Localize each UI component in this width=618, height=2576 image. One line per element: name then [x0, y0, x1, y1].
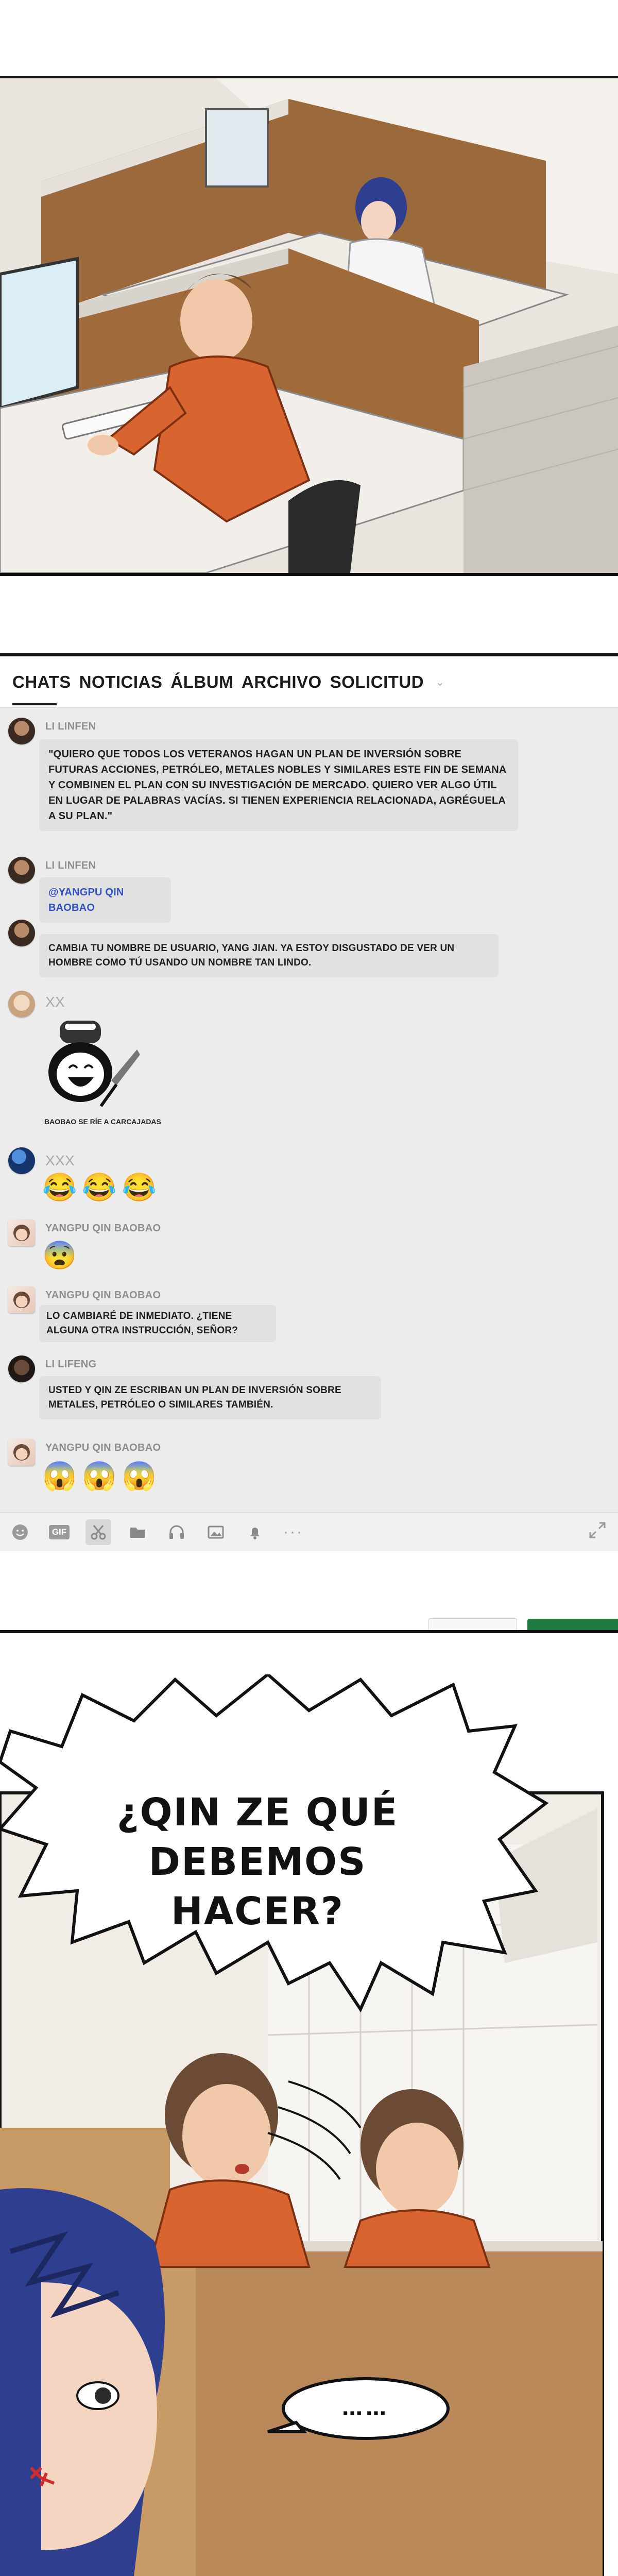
toolbar-right: [587, 1520, 608, 1540]
reply-bubble-text: ……: [342, 2397, 389, 2420]
chevron-down-icon[interactable]: ⌄: [435, 675, 444, 689]
screaming-emoji: 😱: [122, 1461, 157, 1492]
message-bubble[interactable]: CAMBIA TU NOMBRE DE USUARIO, YANG JIAN. …: [39, 934, 499, 977]
sender-name: YANGPU QIN BAOBAO: [45, 1290, 161, 1301]
speech-bubble-text: ¿QIN ZE QUÉ DEBEMOS HACER?: [116, 1790, 399, 1934]
chat-input-toolbar: GIF ···: [0, 1512, 618, 1551]
close-button[interactable]: [428, 1618, 517, 1630]
gif-icon[interactable]: GIF: [46, 1519, 72, 1545]
tab-archivo[interactable]: ARCHIVO: [242, 672, 322, 692]
chat-tab-bar: CHATS NOTICIAS ÁLBUM ARCHIVO SOLICITUD ⌄: [0, 656, 618, 708]
office-scene: [0, 78, 618, 573]
avatar[interactable]: [8, 718, 35, 744]
emoji-message[interactable]: 😂 😂 😂: [42, 1172, 157, 1203]
image-icon[interactable]: [203, 1519, 229, 1545]
avatar[interactable]: [8, 1147, 35, 1174]
sticker-caption: BAOBAO SE RÍE A CARCAJADAS: [44, 1117, 161, 1126]
avatar[interactable]: [8, 1355, 35, 1382]
message-bubble[interactable]: USTED Y QIN ZE ESCRIBAN UN PLAN DE INVER…: [39, 1376, 381, 1419]
screaming-emoji: 😱: [42, 1461, 77, 1492]
tab-chats[interactable]: CHATS: [12, 672, 71, 705]
fearful-emoji: 😨: [42, 1240, 77, 1271]
tab-noticias[interactable]: NOTICIAS: [79, 672, 163, 692]
sender-name: LI LINFEN: [45, 721, 96, 732]
sender-name: YANGPU QIN BAOBAO: [45, 1223, 161, 1234]
avatar[interactable]: [8, 1286, 35, 1313]
avatar[interactable]: [8, 920, 35, 946]
tab-album[interactable]: ÁLBUM: [170, 672, 233, 692]
bell-icon[interactable]: [242, 1519, 268, 1545]
smile-icon[interactable]: [7, 1519, 33, 1545]
send-button[interactable]: [527, 1619, 618, 1630]
avatar[interactable]: [8, 991, 35, 1018]
folder-icon[interactable]: [125, 1519, 150, 1545]
avatar[interactable]: [8, 857, 35, 884]
mention-bubble[interactable]: @YANGPU QIN BAOBAO: [39, 877, 171, 923]
sender-name: XX: [45, 994, 65, 1010]
sender-name: YANGPU QIN BAOBAO: [45, 1442, 161, 1453]
scissors-icon[interactable]: [85, 1519, 111, 1545]
chat-app-window: CHATS NOTICIAS ÁLBUM ARCHIVO SOLICITUD ⌄…: [0, 653, 618, 1633]
tab-solicitud[interactable]: SOLICITUD: [330, 672, 424, 692]
tears-of-joy-emoji: 😂: [82, 1172, 117, 1203]
sender-name: XXX: [45, 1153, 75, 1168]
gif-label: GIF: [48, 1524, 70, 1539]
emoji-message[interactable]: 😨: [42, 1240, 77, 1271]
speech-scene-panel: ¿QIN ZE QUÉ DEBEMOS HACER? ……: [0, 1674, 618, 2576]
office-illustration-panel: [0, 76, 618, 576]
more-icon[interactable]: ···: [283, 1523, 303, 1541]
message-bubble[interactable]: "QUIERO QUE TODOS LOS VETERANOS HAGAN UN…: [39, 739, 518, 831]
sender-name: LI LIFENG: [45, 1359, 97, 1370]
message-input-area[interactable]: [0, 1551, 618, 1630]
screaming-emoji: 😱: [82, 1461, 117, 1492]
avatar[interactable]: [8, 1439, 35, 1466]
expand-icon[interactable]: [587, 1520, 608, 1540]
laughing-sticker[interactable]: [39, 1019, 142, 1111]
sender-name: LI LINFEN: [45, 860, 96, 871]
chat-message-list[interactable]: LI LINFEN "QUIERO QUE TODOS LOS VETERANO…: [0, 708, 618, 1512]
tears-of-joy-emoji: 😂: [122, 1172, 157, 1203]
tears-of-joy-emoji: 😂: [42, 1172, 77, 1203]
headphones-icon[interactable]: [164, 1519, 190, 1545]
avatar[interactable]: [8, 1219, 35, 1246]
message-bubble[interactable]: LO CAMBIARÉ DE INMEDIATO. ¿TIENE ALGUNA …: [39, 1305, 276, 1342]
emoji-message[interactable]: 😱 😱 😱: [42, 1461, 157, 1492]
